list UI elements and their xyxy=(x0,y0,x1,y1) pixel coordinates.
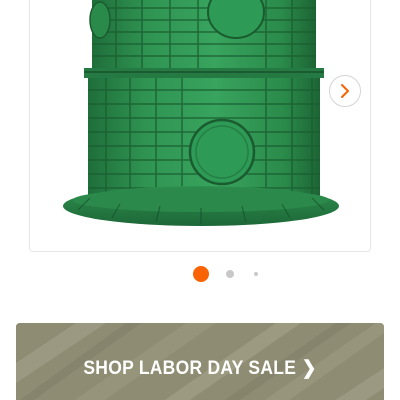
chevron-right-icon: ❯ xyxy=(301,358,317,379)
pagination-dot-active[interactable] xyxy=(193,266,209,282)
product-image[interactable] xyxy=(30,0,370,250)
product-page: SHOP LABOR DAY SALE ❯ xyxy=(0,0,400,400)
pagination-dot[interactable] xyxy=(254,272,258,276)
banner-label: SHOP LABOR DAY SALE ❯ xyxy=(31,357,370,380)
chevron-right-icon xyxy=(341,84,349,98)
pagination-dot[interactable] xyxy=(226,270,234,278)
image-pagination-dots xyxy=(0,264,400,284)
labor-day-sale-banner[interactable]: SHOP LABOR DAY SALE ❯ xyxy=(16,323,384,400)
next-image-button[interactable] xyxy=(329,75,361,107)
product-image-gallery[interactable] xyxy=(29,0,371,252)
banner-label-text: SHOP LABOR DAY SALE xyxy=(83,358,297,379)
